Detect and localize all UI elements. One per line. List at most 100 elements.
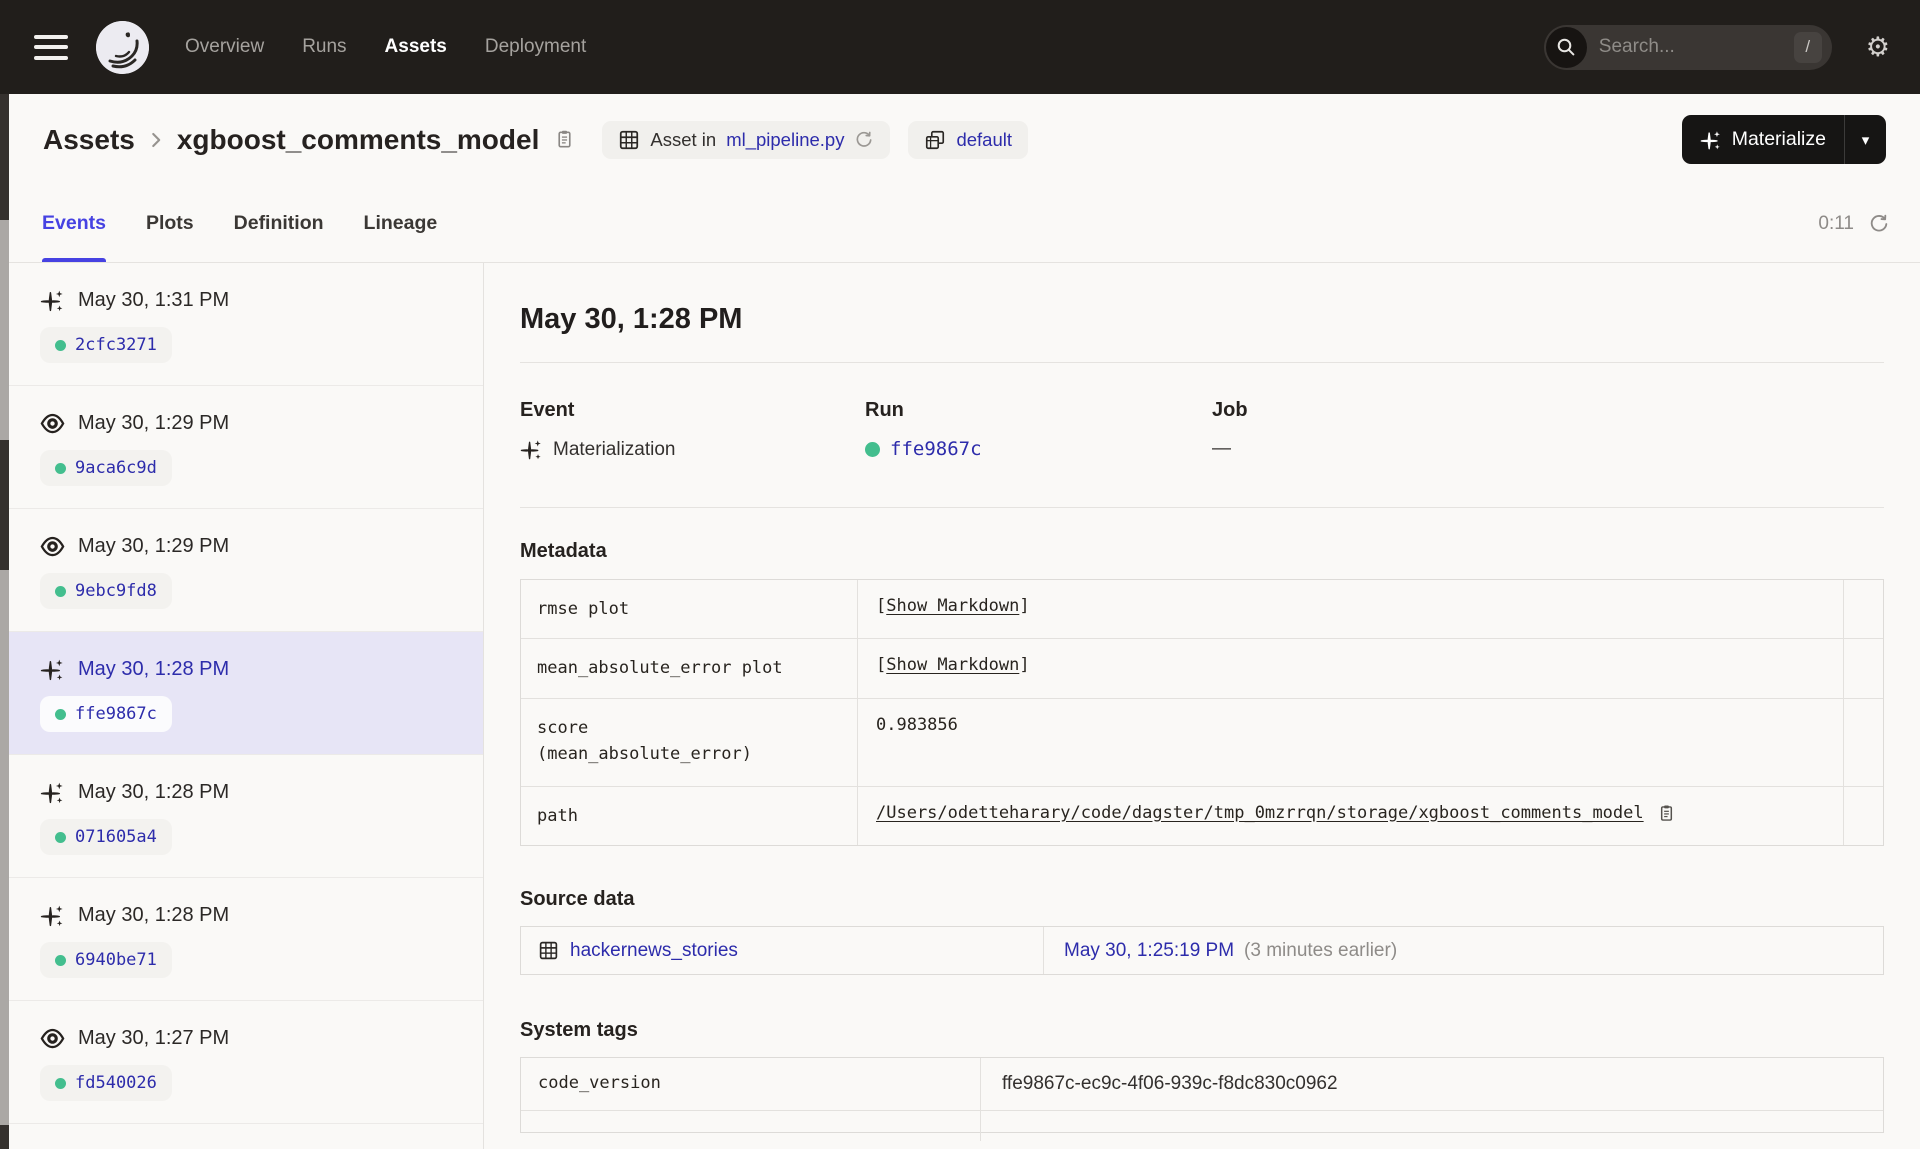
metadata-row: path/Users/odetteharary/code/dagster/tmp… <box>521 785 1883 846</box>
system-tag-row-partial <box>521 1110 1883 1142</box>
asset-group-pill[interactable]: default <box>908 120 1028 159</box>
page-title: xgboost_comments_model <box>176 123 540 155</box>
source-time-note: (3 minutes earlier) <box>1244 939 1398 961</box>
system-tag-key: code_version <box>521 1058 981 1111</box>
tab-definition[interactable]: Definition <box>234 185 324 262</box>
left-scrollbar[interactable] <box>0 94 9 1149</box>
metadata-key: rmse plot <box>537 599 630 619</box>
refresh-countdown: 0:11 <box>1818 212 1854 234</box>
materialization-icon <box>40 659 63 681</box>
asset-group-icon <box>926 130 945 149</box>
system-tag-value: ffe9867c-ec9c-4f06-939c-f8dc830c0962 <box>1002 1073 1338 1095</box>
event-list-sidebar: May 30, 1:31 PM 2cfc3271 May 30, 1:29 PM 9a… <box>0 263 484 1149</box>
event-timestamp: May 30, 1:28 PM <box>78 658 230 680</box>
run-id-link[interactable]: 071605a4 <box>75 827 157 847</box>
asset-file-link[interactable]: ml_pipeline.py <box>726 129 844 151</box>
hamburger-icon[interactable] <box>34 34 68 60</box>
run-status-dot <box>55 831 66 843</box>
source-time-link[interactable]: May 30, 1:25:19 PM <box>1064 940 1234 962</box>
materialize-button[interactable]: Materialize <box>1682 115 1844 164</box>
dagster-logo[interactable] <box>96 20 149 74</box>
run-id-link[interactable]: ffe9867c <box>890 438 982 460</box>
event-list-item[interactable]: May 30, 1:28 PM 071605a4 <box>0 755 483 878</box>
table-grid-icon <box>620 130 639 149</box>
run-id-pill[interactable]: 6940be71 <box>40 942 172 978</box>
source-data-heading: Source data <box>520 888 635 911</box>
event-list-item[interactable]: May 30, 1:29 PM 9aca6c9d <box>0 386 483 509</box>
event-timestamp: May 30, 1:29 PM <box>78 535 230 557</box>
event-list-item[interactable]: May 30, 1:28 PM ffe9867c <box>0 632 483 755</box>
event-timestamp: May 30, 1:28 PM <box>78 904 230 926</box>
event-list-item[interactable]: May 30, 1:29 PM 9ebc9fd8 <box>0 509 483 632</box>
run-status-dot <box>55 462 66 474</box>
metadata-row-spacer <box>1843 698 1883 786</box>
run-id-pill[interactable]: ffe9867c <box>40 696 172 732</box>
materialize-dropdown-button[interactable]: ▾ <box>1844 115 1886 164</box>
event-timestamp: May 30, 1:28 PM <box>78 781 230 803</box>
dagster-logo-glyph <box>96 20 149 74</box>
asset-group-link[interactable]: default <box>956 129 1012 151</box>
run-status-dot <box>55 954 66 966</box>
path-link[interactable]: /Users/odetteharary/code/dagster/tmp_0mz… <box>876 803 1644 823</box>
metadata-row-spacer <box>1843 580 1883 639</box>
observation-icon <box>40 536 65 557</box>
source-data-table: hackernews_stories May 30, 1:25:19 PM (3 m… <box>520 926 1884 976</box>
copy-path-icon[interactable] <box>1656 803 1677 824</box>
breadcrumb-assets-link[interactable]: Assets <box>43 124 135 156</box>
search-input[interactable]: Search... / <box>1543 24 1832 70</box>
event-list-item[interactable]: May 30, 1:31 PM 2cfc3271 <box>0 263 483 386</box>
observation-icon <box>40 1028 65 1049</box>
metadata-table: rmse plot [Show Markdown] mean_absolute_er… <box>520 579 1884 847</box>
run-id-pill[interactable]: fd540026 <box>40 1065 172 1101</box>
nav-item-overview[interactable]: Overview <box>185 36 264 58</box>
run-id-link[interactable]: 6940be71 <box>75 950 157 970</box>
materialization-icon <box>40 782 63 804</box>
nav-item-assets[interactable]: Assets <box>385 36 447 58</box>
system-tag-row: code_version ffe9867c-ec9c-4f06-939c-f8dc… <box>521 1058 1883 1111</box>
metadata-row: rmse plot [Show Markdown] <box>521 580 1883 639</box>
event-list-item[interactable]: May 30, 1:27 PM fd540026 <box>0 1001 483 1124</box>
search-icon <box>1545 26 1587 68</box>
event-timestamp: May 30, 1:27 PM <box>78 1027 230 1049</box>
run-status-dot <box>865 441 880 457</box>
show-markdown-link[interactable]: [Show Markdown] <box>876 655 1030 675</box>
gear-icon[interactable]: ⚙ <box>1866 33 1890 61</box>
run-id-link[interactable]: 2cfc3271 <box>75 335 157 355</box>
metadata-row: score (mean_absolute_error) 0.983856 <box>521 697 1883 786</box>
nav-item-runs[interactable]: Runs <box>302 36 346 58</box>
job-value: — <box>1212 438 1231 459</box>
run-id-pill[interactable]: 9aca6c9d <box>40 450 172 486</box>
copy-asset-name-icon[interactable] <box>553 128 576 151</box>
table-grid-icon <box>539 941 558 960</box>
run-id-link[interactable]: ffe9867c <box>75 704 157 724</box>
metadata-value: 0.983856 <box>876 714 958 735</box>
metadata-key: path <box>537 805 578 826</box>
top-nav: Overview Runs Assets Deployment Search... /… <box>0 0 1920 94</box>
materialize-sparkle-icon <box>1700 130 1720 149</box>
asset-tabs: Events Plots Definition Lineage <box>42 185 437 262</box>
tab-plots[interactable]: Plots <box>146 185 194 262</box>
source-asset-link[interactable]: hackernews_stories <box>570 940 738 962</box>
run-id-link[interactable]: 9aca6c9d <box>75 458 157 478</box>
metadata-heading: Metadata <box>520 540 607 562</box>
nav-item-deployment[interactable]: Deployment <box>485 36 586 58</box>
run-id-pill[interactable]: 9ebc9fd8 <box>40 573 172 609</box>
event-list-item[interactable]: May 30, 1:28 PM 6940be71 <box>0 878 483 1001</box>
observation-icon <box>40 413 65 434</box>
event-type-value: Materialization <box>553 438 676 460</box>
run-id-pill[interactable]: 071605a4 <box>40 819 172 855</box>
tab-events[interactable]: Events <box>42 185 106 262</box>
system-tags-heading: System tags <box>520 1019 638 1042</box>
run-id-pill[interactable]: 2cfc3271 <box>40 327 172 363</box>
reload-icon[interactable] <box>854 130 874 150</box>
asset-location-pill[interactable]: Asset in ml_pipeline.py <box>602 120 891 159</box>
run-id-link[interactable]: fd540026 <box>75 1073 157 1093</box>
refresh-icon[interactable] <box>1868 213 1890 235</box>
run-status-dot <box>55 1077 66 1089</box>
show-markdown-link[interactable]: [Show Markdown] <box>876 596 1030 616</box>
tab-lineage[interactable]: Lineage <box>364 185 438 262</box>
materialize-button-group: Materialize ▾ <box>1681 115 1886 164</box>
asset-location-prefix: Asset in <box>650 128 717 150</box>
run-id-link[interactable]: 9ebc9fd8 <box>75 581 157 601</box>
job-column-header: Job <box>1212 399 1248 421</box>
